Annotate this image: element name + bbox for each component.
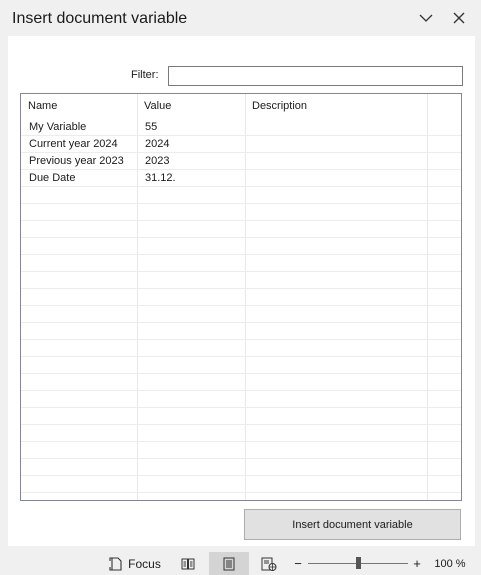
- close-icon: [453, 12, 465, 24]
- empty-row: [21, 357, 461, 374]
- cell-name: Current year 2024: [29, 138, 118, 150]
- table-row[interactable]: Current year 2024 2024: [21, 136, 461, 153]
- cell-value: 31.12.: [145, 172, 176, 184]
- read-mode-icon: [181, 558, 195, 569]
- variables-grid[interactable]: Name Value Description My Variable 55 Curr…: [20, 93, 462, 501]
- column-header-description[interactable]: Description: [245, 94, 427, 119]
- table-row[interactable]: Previous year 2023 2023: [21, 153, 461, 170]
- print-layout-button[interactable]: [209, 552, 249, 575]
- empty-row: [21, 323, 461, 340]
- print-layout-icon: [223, 557, 235, 570]
- empty-row: [21, 306, 461, 323]
- empty-row: [21, 476, 461, 493]
- web-layout-icon: [261, 557, 277, 571]
- zoom-slider[interactable]: [308, 552, 408, 575]
- dialog-title: Insert document variable: [12, 10, 188, 27]
- filter-label: Filter:: [131, 69, 159, 81]
- empty-row: [21, 255, 461, 272]
- cell-description: [245, 170, 427, 186]
- empty-row: [21, 204, 461, 221]
- cell-value: 2024: [145, 138, 170, 150]
- title-bar: Insert document variable: [0, 0, 481, 36]
- cell-value: 55: [145, 121, 158, 133]
- empty-row: [21, 187, 461, 204]
- empty-row: [21, 374, 461, 391]
- filter-input[interactable]: [168, 66, 463, 86]
- empty-row: [21, 340, 461, 357]
- focus-button[interactable]: Focus: [108, 552, 162, 575]
- cell-name: My Variable: [29, 121, 87, 133]
- cell-description: [245, 153, 427, 169]
- grid-rows: My Variable 55 Current year 2024 2024 Previo…: [21, 119, 461, 493]
- empty-row: [21, 272, 461, 289]
- empty-row: [21, 442, 461, 459]
- empty-row: [21, 425, 461, 442]
- chevron-down-icon: [419, 14, 433, 22]
- zoom-in-button[interactable]: +: [410, 552, 424, 575]
- empty-row: [21, 289, 461, 306]
- empty-row: [21, 408, 461, 425]
- cell-description: [245, 119, 427, 135]
- zoom-level[interactable]: 100 %: [430, 552, 470, 575]
- column-header-value[interactable]: Value: [137, 94, 245, 119]
- column-header-name[interactable]: Name: [21, 94, 137, 119]
- focus-label: Focus: [128, 556, 161, 571]
- zoom-slider-thumb[interactable]: [355, 557, 361, 569]
- table-row[interactable]: My Variable 55: [21, 119, 461, 136]
- zoom-out-button[interactable]: −: [290, 552, 306, 575]
- web-layout-button[interactable]: [257, 552, 281, 575]
- grid-header: Name Value Description: [21, 94, 461, 119]
- empty-row: [21, 459, 461, 476]
- empty-row: [21, 238, 461, 255]
- close-button[interactable]: [449, 8, 469, 28]
- cell-name: Due Date: [29, 172, 76, 184]
- cell-name: Previous year 2023: [29, 155, 124, 167]
- focus-icon: [109, 556, 122, 571]
- insert-variable-button[interactable]: Insert document variable: [244, 509, 461, 540]
- collapse-button[interactable]: [416, 8, 436, 28]
- cell-description: [245, 136, 427, 152]
- status-bar: Focus − + 100 %: [0, 552, 481, 575]
- cell-value: 2023: [145, 155, 170, 167]
- table-row[interactable]: Due Date 31.12.: [21, 170, 461, 187]
- empty-row: [21, 221, 461, 238]
- empty-row: [21, 391, 461, 408]
- read-mode-button[interactable]: [176, 552, 200, 575]
